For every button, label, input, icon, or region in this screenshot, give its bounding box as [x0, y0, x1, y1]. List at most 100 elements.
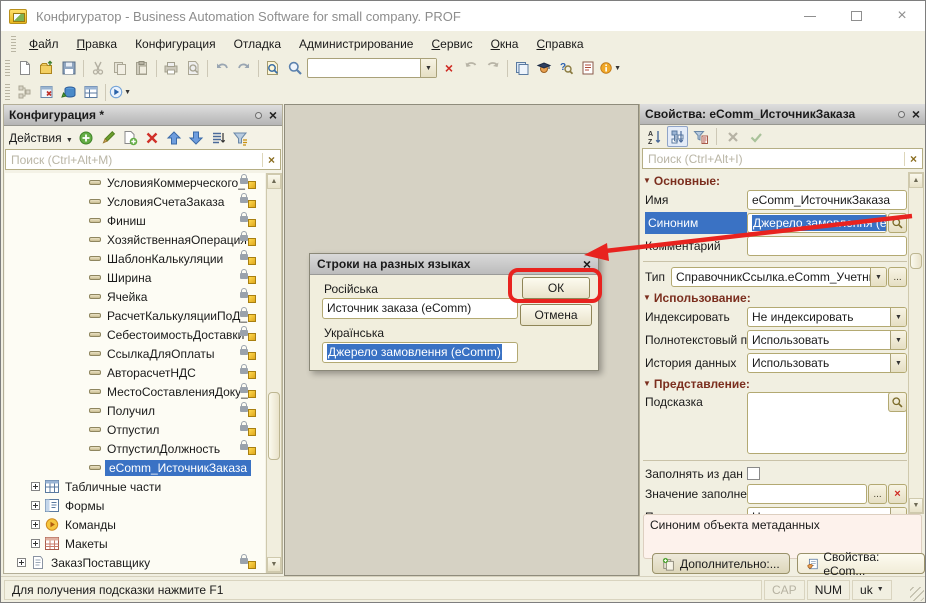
fill-check-combo[interactable]: Не проверять▼ — [747, 507, 907, 514]
minimize-button[interactable] — [787, 1, 833, 31]
section-usage[interactable]: ▼Использование: — [643, 289, 907, 306]
tree-item[interactable]: Команды — [5, 515, 265, 534]
menu-edit[interactable]: Правка — [68, 33, 127, 55]
tree-item-selected[interactable]: eComm_ИсточникЗаказа — [5, 458, 265, 477]
ukrainian-input[interactable]: Джерело замовлення (eComm) — [322, 342, 518, 363]
properties-search-input[interactable]: Поиск (Ctrl+Alt+I) × — [642, 148, 923, 169]
scroll-down-icon[interactable]: ▼ — [909, 498, 923, 513]
language-indicator[interactable]: uk▼ — [852, 580, 892, 600]
tree-item[interactable]: ОтпустилДолжность — [5, 439, 265, 458]
ok-button[interactable]: ОК — [522, 277, 590, 299]
chevron-down-icon[interactable]: ▼ — [870, 268, 886, 286]
clear-icon[interactable]: × — [904, 152, 922, 166]
help-search-button[interactable]: ? — [555, 57, 577, 79]
search-combo[interactable]: ▼ — [307, 58, 437, 78]
menu-file[interactable]: Файл — [20, 33, 68, 55]
properties-scrollbar[interactable]: ▲ ▼ — [908, 172, 924, 514]
clear-icon[interactable]: × — [262, 153, 280, 167]
type-more-button[interactable]: ... — [888, 267, 907, 287]
resize-grip[interactable] — [910, 587, 924, 601]
name-field[interactable]: eComm_ИсточникЗаказа — [747, 190, 907, 210]
forward-button[interactable] — [482, 57, 504, 79]
template-document-button[interactable] — [577, 57, 599, 79]
tree-item[interactable]: ШаблонКалькуляции — [5, 249, 265, 268]
open-button[interactable] — [36, 57, 58, 79]
undo-button[interactable] — [211, 57, 233, 79]
redo-button[interactable] — [233, 57, 255, 79]
filter-button[interactable] — [230, 127, 251, 148]
history-combo[interactable]: Использовать▼ — [747, 353, 907, 373]
close-configuration-button[interactable] — [36, 81, 58, 103]
apply-edit-button[interactable] — [745, 126, 766, 147]
close-panel-button[interactable]: × — [912, 106, 920, 122]
filter-important-button[interactable] — [690, 126, 711, 147]
dialog-close-button[interactable]: × — [583, 256, 591, 272]
cancel-button[interactable]: Отмена — [520, 304, 592, 326]
synonym-field[interactable]: Джерело замовлення (eComm) — [747, 213, 887, 233]
fill-from-checkbox[interactable] — [747, 467, 760, 480]
chevron-down-icon[interactable]: ▼ — [890, 354, 906, 372]
open-form-button[interactable] — [80, 81, 102, 103]
section-view[interactable]: ▼Представление: — [643, 375, 907, 392]
add-button[interactable] — [76, 127, 97, 148]
global-search-button[interactable] — [262, 57, 284, 79]
fill-value-clear-button[interactable]: × — [888, 484, 907, 504]
copy-window-button[interactable] — [511, 57, 533, 79]
fill-value-more-button[interactable]: ... — [868, 484, 887, 504]
chevron-down-icon[interactable]: ▼ — [890, 308, 906, 326]
chevron-down-icon[interactable]: ▼ — [420, 59, 436, 77]
expand-icon[interactable] — [31, 520, 40, 529]
expand-icon[interactable] — [31, 501, 40, 510]
dialog-titlebar[interactable]: Строки на разных языках × — [310, 254, 598, 275]
scroll-thumb[interactable] — [910, 253, 922, 269]
print-preview-button[interactable] — [182, 57, 204, 79]
expand-icon[interactable] — [31, 539, 40, 548]
tree-item[interactable]: Макеты — [5, 534, 265, 553]
print-button[interactable] — [160, 57, 182, 79]
menu-windows[interactable]: Окна — [482, 33, 528, 55]
type-combo[interactable]: СправочникСсылка.eComm_УчетныеЗа▼ — [671, 267, 887, 287]
back-button[interactable] — [460, 57, 482, 79]
copy-item-button[interactable] — [120, 127, 141, 148]
tree-scrollbar[interactable]: ▲ ▼ — [266, 173, 282, 573]
sort-alphabetical-button[interactable]: AZ — [644, 126, 665, 147]
tree-item[interactable]: МестоСоставленияДоку_ — [5, 382, 265, 401]
tree-item[interactable]: СебестоимостьДоставки — [5, 325, 265, 344]
cut-button[interactable] — [87, 57, 109, 79]
comment-field[interactable] — [747, 236, 907, 256]
scroll-down-icon[interactable]: ▼ — [267, 557, 281, 572]
tree-item[interactable]: УсловияКоммерческого_ — [5, 173, 265, 192]
tree-item[interactable]: УсловияСчетаЗаказа — [5, 192, 265, 211]
fulltext-combo[interactable]: Использовать▼ — [747, 330, 907, 350]
move-down-button[interactable] — [186, 127, 207, 148]
tab-additionally[interactable]: Дополнительно:... — [652, 553, 790, 574]
tree-item[interactable]: ЗакрытиеМесяца — [5, 572, 265, 573]
save-button[interactable] — [58, 57, 80, 79]
indexing-combo[interactable]: Не индексировать▼ — [747, 307, 907, 327]
menu-help[interactable]: Справка — [527, 33, 592, 55]
start-debugging-button[interactable]: ▼ — [109, 81, 131, 103]
menu-service[interactable]: Сервис — [422, 33, 481, 55]
expand-icon[interactable] — [17, 558, 26, 567]
configuration-tree-button[interactable] — [14, 81, 36, 103]
tree-item[interactable]: Формы — [5, 496, 265, 515]
actions-menu-button[interactable]: Действия ▼ — [9, 131, 73, 145]
open-synonym-editor-button[interactable] — [888, 213, 907, 233]
scroll-up-icon[interactable]: ▲ — [909, 173, 923, 188]
tree-item[interactable]: АвторасчетНДС — [5, 363, 265, 382]
section-main[interactable]: ▼Основные: — [643, 172, 907, 189]
menu-administration[interactable]: Администрирование — [290, 33, 422, 55]
group-by-categories-button[interactable] — [667, 126, 688, 147]
tooltip-field[interactable] — [747, 392, 907, 454]
menu-configuration[interactable]: Конфигурация — [126, 33, 225, 55]
update-database-button[interactable] — [58, 81, 80, 103]
tree-item[interactable]: Финиш — [5, 211, 265, 230]
pin-icon[interactable] — [255, 112, 262, 119]
paste-button[interactable] — [131, 57, 153, 79]
copy-button[interactable] — [109, 57, 131, 79]
move-up-button[interactable] — [164, 127, 185, 148]
syntax-check-button[interactable] — [533, 57, 555, 79]
close-panel-button[interactable]: × — [269, 107, 277, 123]
maximize-button[interactable] — [833, 1, 879, 31]
edit-button[interactable] — [98, 127, 119, 148]
